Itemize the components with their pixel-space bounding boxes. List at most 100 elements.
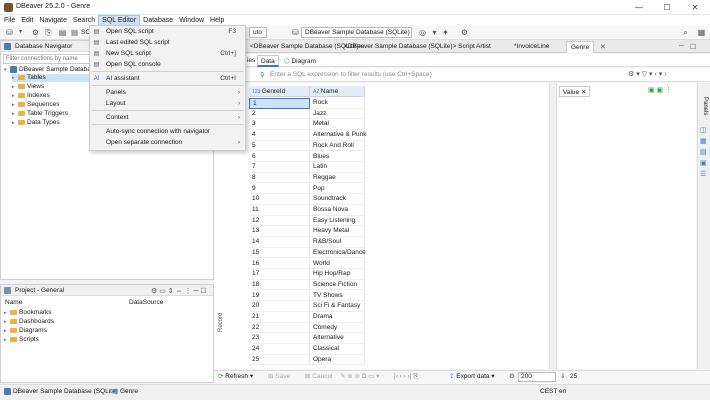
connect-icon[interactable]: ⚙ (31, 28, 40, 37)
cell-name[interactable]: R&B/Soul (310, 237, 365, 248)
tab-artist[interactable]: Artist (472, 41, 495, 53)
cell-genreid[interactable]: 9 (249, 183, 310, 195)
cell-name[interactable]: Jazz (310, 108, 365, 120)
cell-name[interactable]: World (310, 258, 365, 269)
column-header-name[interactable]: AZ Name (310, 86, 365, 97)
tab-properties[interactable]: ies (247, 57, 255, 64)
cell-genreid[interactable]: 11 (249, 205, 310, 216)
tree-item-views[interactable]: ▸ Views (12, 83, 44, 91)
filter-input[interactable]: Enter a SQL expression to filter results… (270, 71, 432, 78)
sql-menu-item-panels[interactable]: Panels › (90, 88, 245, 98)
cell-genreid[interactable]: 21 (249, 312, 310, 323)
schema-icon[interactable]: ◎ (418, 28, 427, 37)
value-panel-tab[interactable]: Value ✕ (559, 86, 591, 97)
maximize-editor-icon[interactable]: ☐ (690, 43, 696, 51)
grid-scrollbar[interactable] (549, 83, 555, 369)
sql-menu-item-open-separate-connection[interactable]: Open separate connection › (90, 138, 245, 148)
record-mode-label[interactable]: Record (218, 313, 224, 332)
sql-menu-item-last-edited-sql-script[interactable]: ▤ Last edited SQL script (90, 38, 245, 48)
minimize-editor-icon[interactable]: ─ (679, 43, 684, 50)
side-panel-icons[interactable]: ◫ ▦ ▤ ▣ ☰ (700, 125, 707, 180)
cell-name[interactable]: Science Fiction (310, 279, 365, 291)
sql-menu-item-auto-sync-connection-with-navigator[interactable]: Auto-sync connection with navigator (90, 127, 245, 137)
sql-menu-item-ai-assistant[interactable]: AI AI assistant Ctrl+I (90, 74, 245, 84)
pagination-icons[interactable]: |‹ ‹ › ›| ⎘ (394, 372, 418, 382)
settings-icon[interactable]: ⚙ (509, 372, 515, 382)
cell-name[interactable]: Electronica/Dance (310, 247, 366, 259)
value-panel-toolbar[interactable]: ▣ ▣ ⋮ (648, 86, 672, 94)
cell-name[interactable]: TV Shows (310, 290, 365, 302)
active-datasource-combo[interactable]: DBeaver Sample Database (SQLite) (301, 27, 412, 38)
cell-genreid[interactable]: 16 (249, 258, 310, 269)
sql-editor-icon[interactable]: ▤ (58, 28, 67, 37)
cell-genreid[interactable]: 2 (249, 108, 310, 120)
sql-menu-item-layout[interactable]: Layout › (90, 99, 245, 109)
sql-menu-item-new-sql-script[interactable]: ▤ New SQL script Ctrl+] (90, 49, 245, 59)
cell-genreid[interactable]: 4 (249, 130, 310, 141)
cell-name[interactable]: Rock And Roll (310, 140, 365, 152)
save-button[interactable]: ⊞ Save (268, 372, 290, 382)
cell-genreid[interactable]: 8 (249, 172, 310, 184)
cell-name[interactable]: Opera (310, 354, 365, 366)
row-edit-icons[interactable]: ✎ ⊕ ⊖ ⧉ ▭ ▾ (340, 372, 379, 382)
menu-edit[interactable]: Edit (18, 15, 36, 26)
cell-name[interactable]: Pop (310, 183, 365, 195)
cell-genreid[interactable]: 3 (249, 119, 310, 130)
sql-menu-item-context[interactable]: Context › (90, 113, 245, 123)
cell-genreid[interactable]: 13 (249, 226, 310, 237)
cell-name[interactable]: Blues (310, 151, 365, 162)
minimize-button[interactable]: — (626, 0, 652, 15)
cancel-button[interactable]: ⊠ Cancel (305, 372, 333, 382)
column-header-genreid[interactable]: 123 GenreId (249, 86, 310, 97)
disconnect-icon[interactable]: ⎘ (44, 28, 53, 37)
cell-name[interactable]: Classical (310, 344, 365, 355)
cell-name[interactable]: Hip Hop/Rap (310, 269, 365, 280)
tree-db-node[interactable]: ▾ DBeaver Sample Database (4, 66, 98, 74)
tree-item-tables[interactable]: ▸ Tables (12, 74, 89, 82)
filter-connections-input[interactable]: Filter connections by name (3, 54, 91, 64)
tools-icon[interactable]: ✦ (441, 28, 450, 37)
cell-genreid[interactable]: 12 (249, 215, 310, 227)
cell-name[interactable]: Reggae (310, 172, 365, 184)
cell-genreid[interactable]: 14 (249, 237, 310, 248)
sql-menu-item-open-sql-console[interactable]: ▤ Open SQL console (90, 60, 245, 70)
cell-genreid[interactable]: 23 (249, 333, 310, 344)
tree-item-indexes[interactable]: ▸ Indexes (12, 92, 50, 100)
tab-diagram[interactable]: ⬡ Diagram (284, 57, 316, 65)
maximize-button[interactable]: ☐ (654, 0, 680, 15)
project-item-bookmarks[interactable]: ▸ Bookmarks (4, 309, 52, 317)
cell-name[interactable]: Easy Listening (310, 215, 365, 227)
project-item-dashboards[interactable]: ▸ Dashboards (4, 318, 54, 326)
cell-genreid[interactable]: 15 (249, 247, 310, 259)
tree-item-data-types[interactable]: ▸ Data Types (12, 119, 60, 127)
chevron-down-icon[interactable]: ▾ (430, 28, 439, 37)
cell-name[interactable]: Metal (310, 119, 365, 130)
fetch-all-icon[interactable]: ⇓ (560, 372, 565, 382)
tab-invoiceline[interactable]: *InvoiceLine (510, 41, 553, 53)
cell-genreid[interactable]: 5 (249, 140, 310, 152)
config-icon[interactable]: ⚙ (460, 28, 469, 37)
cell-name[interactable]: Heavy Metal (310, 226, 365, 237)
commit-icon[interactable]: ▦ (70, 28, 79, 37)
project-item-diagrams[interactable]: ▸ Diagrams (4, 327, 47, 335)
new-connection-icon[interactable]: ⛁ (5, 28, 14, 37)
cell-genreid[interactable]: 22 (249, 322, 310, 334)
cell-genreid[interactable]: 6 (249, 151, 310, 162)
export-data-button[interactable]: ⇪ Export data ▾ (449, 372, 495, 382)
cell-name[interactable]: Rock (310, 98, 365, 109)
cell-name[interactable]: Alternative (310, 333, 365, 344)
cell-genreid[interactable]: 1 (249, 98, 310, 109)
search-icon[interactable]: ⌕ (681, 28, 690, 37)
cell-genreid[interactable]: 17 (249, 269, 310, 280)
perspective-icon[interactable]: ▦ (697, 28, 706, 37)
close-button[interactable]: ✕ (682, 0, 708, 15)
cell-name[interactable]: Drama (310, 312, 365, 323)
panels-toggle[interactable]: Panels (702, 97, 708, 115)
sql-menu-item-open-sql-script[interactable]: ▤ Open SQL script F3 (90, 27, 245, 37)
cell-genreid[interactable]: 19 (249, 290, 310, 302)
cell-name[interactable]: Comedy (310, 322, 365, 334)
cell-genreid[interactable]: 25 (249, 354, 310, 366)
project-item-scripts[interactable]: ▸ Scripts (4, 336, 39, 344)
refresh-button[interactable]: ⟳ Refresh ▾ (218, 372, 253, 382)
fetch-size-input[interactable]: 200 (518, 372, 556, 382)
